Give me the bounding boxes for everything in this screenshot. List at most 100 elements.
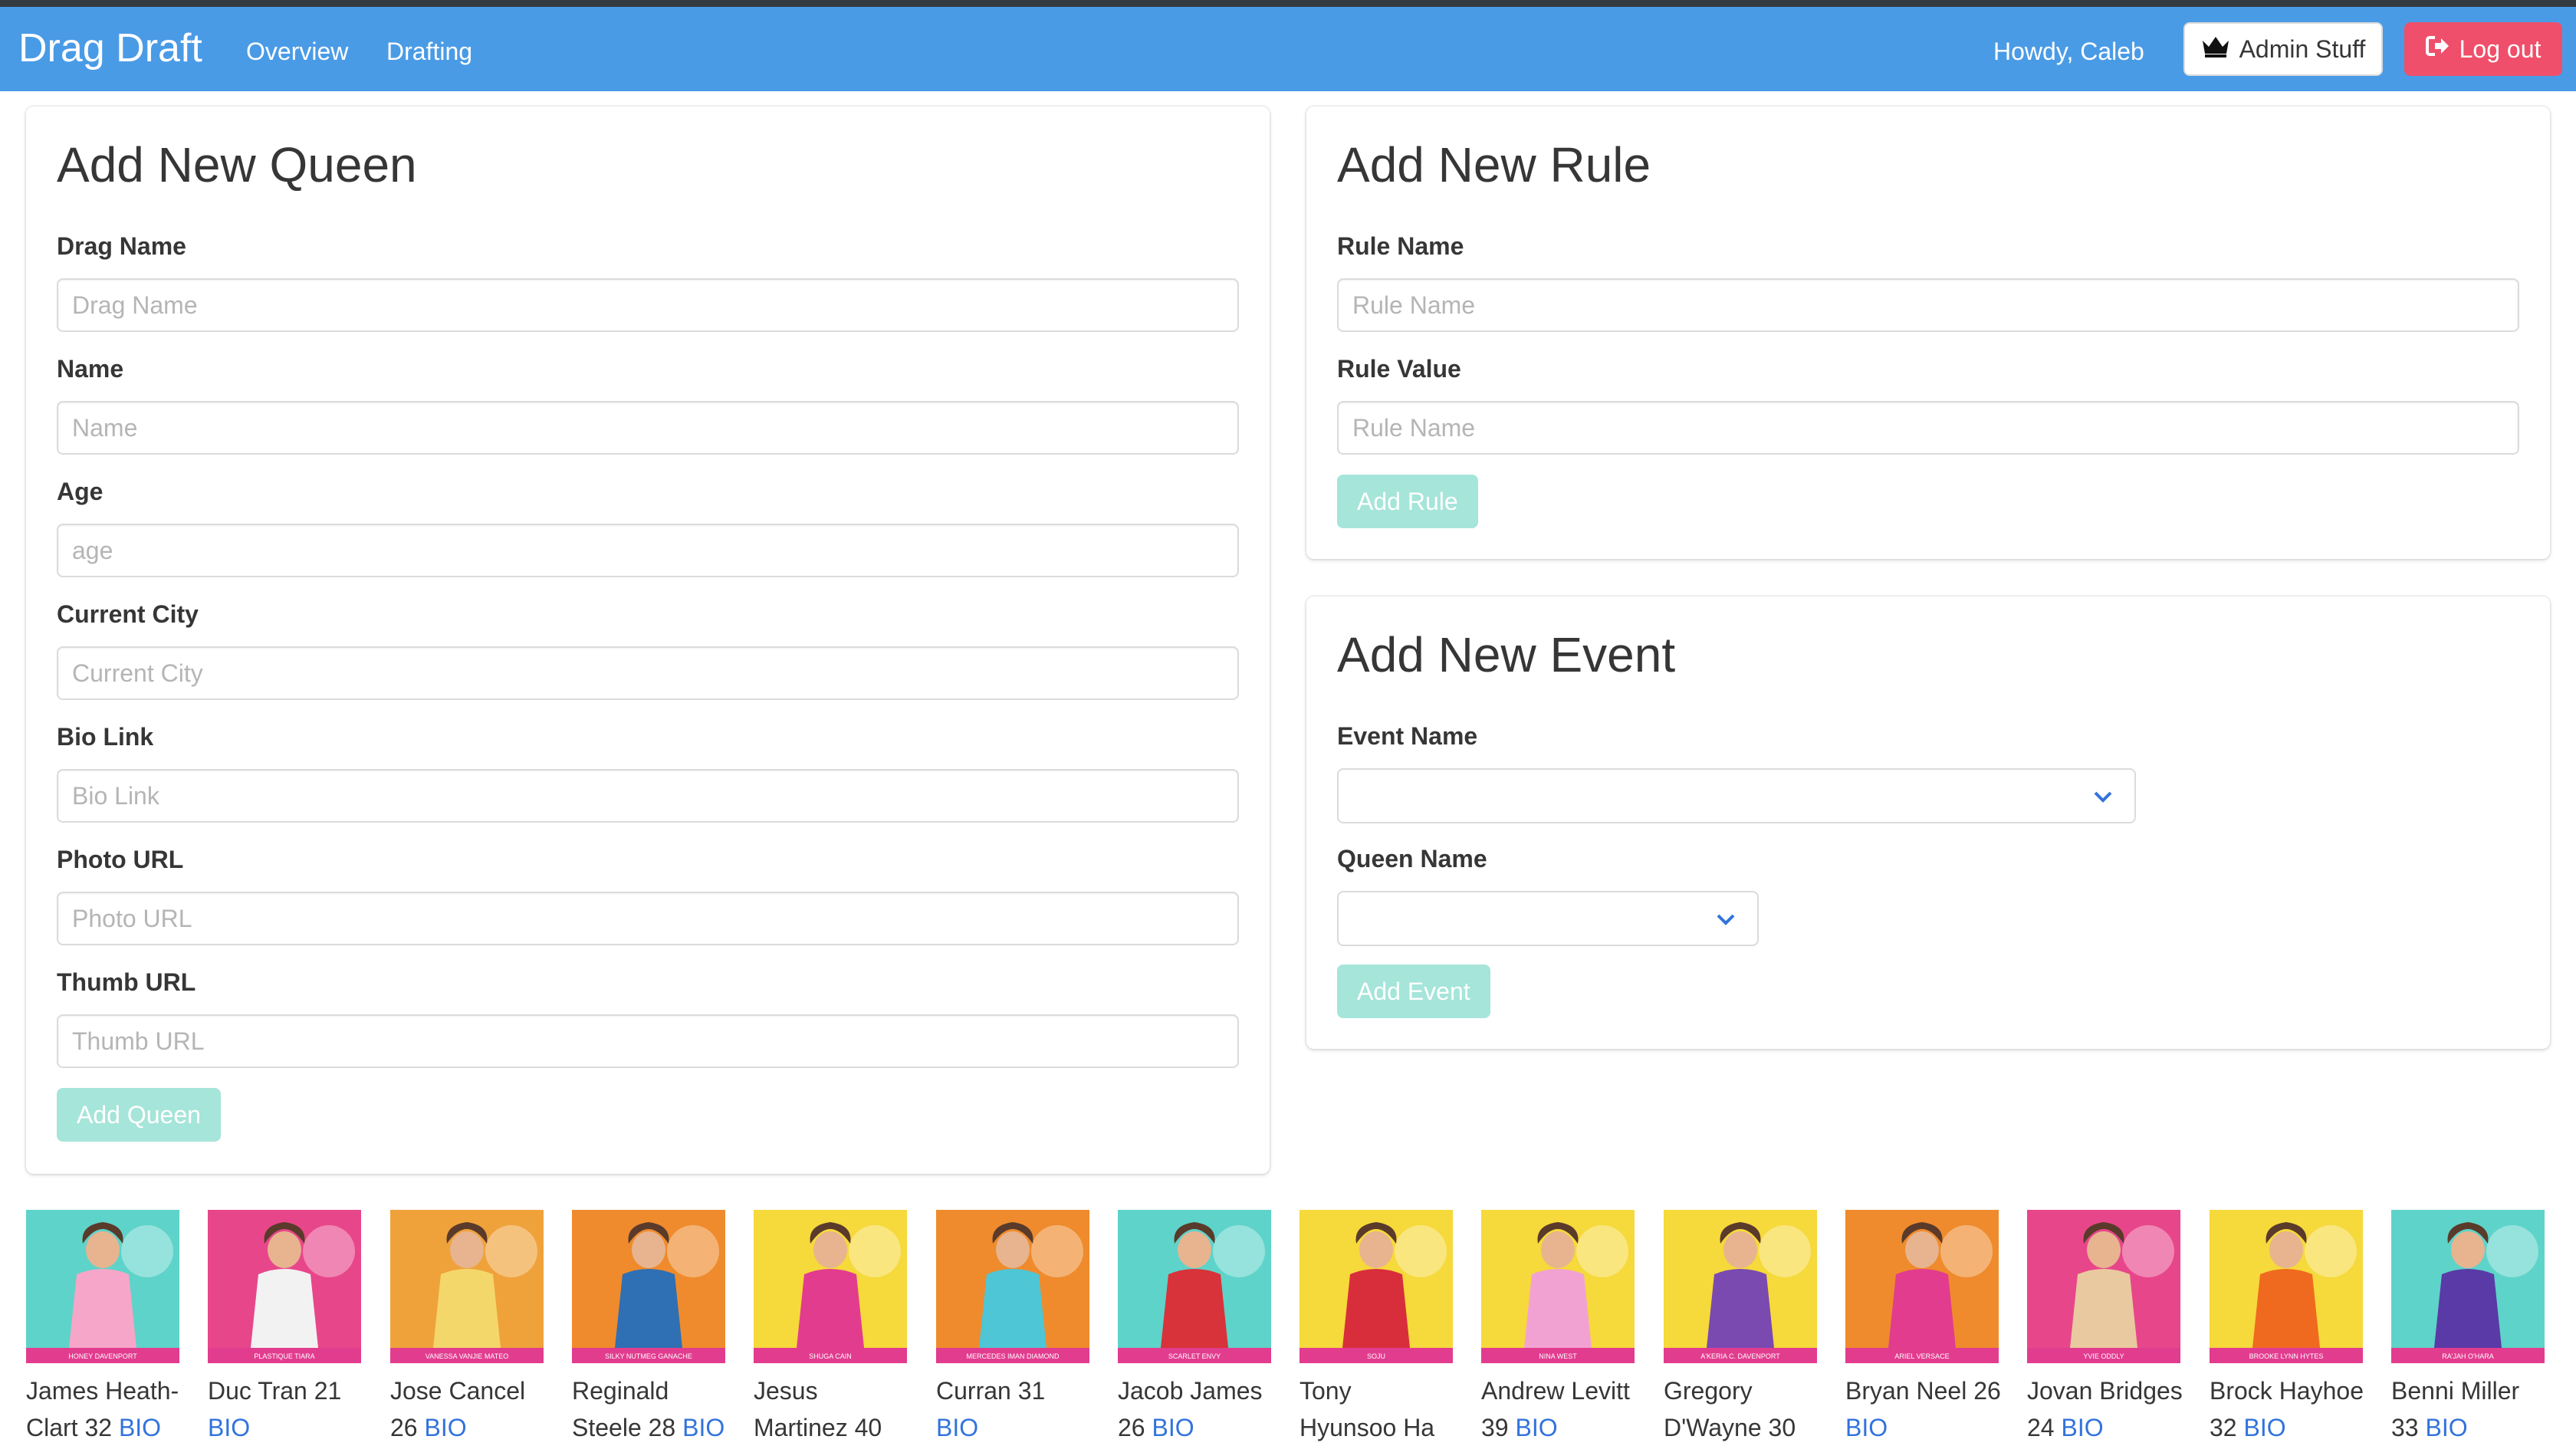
- current-city-label: Current City: [57, 600, 199, 628]
- name-input[interactable]: [57, 401, 1239, 455]
- bio-link[interactable]: BIO: [2425, 1414, 2467, 1441]
- queen-banner-text: VANESSA VANJIE MATEO: [426, 1352, 509, 1360]
- queen-name-line1: Curran 31: [936, 1377, 1046, 1405]
- rule-value-label: Rule Value: [1337, 355, 1461, 383]
- add-event-card: Add New Event Event Name Queen Name Add …: [1306, 596, 2550, 1049]
- drag-name-label: Drag Name: [57, 232, 186, 260]
- rule-value-input[interactable]: [1337, 401, 2519, 455]
- queen-caption: Duc Tran 21 BIO: [208, 1372, 383, 1446]
- bio-link[interactable]: BIO: [1152, 1414, 1194, 1441]
- queen-thumbnail[interactable]: SCARLET ENVY: [1118, 1210, 1271, 1363]
- queen-name-line1: Tony: [1300, 1377, 1352, 1405]
- bio-link[interactable]: BIO: [1515, 1414, 1557, 1441]
- age-label: Age: [57, 478, 104, 505]
- bio-link[interactable]: BIO: [119, 1414, 161, 1441]
- queen-caption: Brock Hayhoe 32 BIO: [2210, 1372, 2384, 1446]
- queen-caption: Gregory D'Wayne 30: [1664, 1372, 1838, 1446]
- queen-name-line1: Andrew Levitt: [1481, 1377, 1630, 1405]
- queen-caption: Jose Cancel 26 BIO: [390, 1372, 565, 1446]
- queen-gallery: HONEY DAVENPORT James Heath- Clart 32 BIO P…: [26, 1210, 2556, 1446]
- navbar: Drag Draft Overview Drafting Howdy, Cale…: [0, 7, 2576, 91]
- add-queen-card: Add New Queen Drag Name Name Age Current…: [26, 107, 1270, 1174]
- bio-link[interactable]: BIO: [208, 1414, 250, 1441]
- queen-name-line2: 33: [2391, 1414, 2419, 1441]
- photo-url-input[interactable]: [57, 892, 1239, 945]
- current-city-input[interactable]: [57, 646, 1239, 700]
- queen-caption: Curran 31 BIO: [936, 1372, 1111, 1446]
- logout-label: Log out: [2459, 35, 2542, 63]
- add-event-button[interactable]: Add Event: [1337, 965, 1490, 1018]
- queen-thumbnail[interactable]: SHUGA CAIN: [754, 1210, 907, 1363]
- queen-banner-text: PLASTIQUE TIARA: [254, 1352, 314, 1360]
- queen-thumbnail[interactable]: HONEY DAVENPORT: [26, 1210, 179, 1363]
- queen-banner-text: SILKY NUTMEG GANACHE: [605, 1352, 692, 1360]
- bio-link[interactable]: BIO: [936, 1414, 978, 1441]
- queen-thumbnail[interactable]: VANESSA VANJIE MATEO: [390, 1210, 544, 1363]
- queen-thumbnail[interactable]: MERCEDES IMAN DIAMOND: [936, 1210, 1089, 1363]
- drag-name-input[interactable]: [57, 278, 1239, 332]
- top-strip: [0, 0, 2576, 7]
- queen-name-line1: Jacob James: [1118, 1377, 1263, 1405]
- queen-caption: Jovan Bridges 24 BIO: [2027, 1372, 2202, 1446]
- age-input[interactable]: [57, 524, 1239, 577]
- queen-name-label: Queen Name: [1337, 845, 1487, 873]
- brand-logo[interactable]: Drag Draft: [18, 25, 202, 71]
- add-rule-card: Add New Rule Rule Name Rule Value Add Ru…: [1306, 107, 2550, 559]
- queen-banner-text: SOJU: [1367, 1352, 1385, 1360]
- queen-name-line1: Bryan Neel 26: [1845, 1377, 2001, 1405]
- add-rule-button[interactable]: Add Rule: [1337, 475, 1478, 528]
- user-greeting: Howdy, Caleb: [1993, 38, 2144, 65]
- queen-thumbnail[interactable]: BROOKE LYNN HYTES: [2210, 1210, 2363, 1363]
- thumb-url-input[interactable]: [57, 1014, 1239, 1068]
- queen-name-line2: Hyunsoo Ha: [1300, 1414, 1435, 1441]
- bio-link-input[interactable]: [57, 769, 1239, 823]
- queen-name-line2: 32: [2210, 1414, 2237, 1441]
- queen-name-line1: Duc Tran 21: [208, 1377, 342, 1405]
- queen-thumbnail[interactable]: SOJU: [1300, 1210, 1453, 1363]
- queen-thumbnail[interactable]: SILKY NUTMEG GANACHE: [572, 1210, 725, 1363]
- add-queen-button[interactable]: Add Queen: [57, 1088, 221, 1142]
- bio-link[interactable]: BIO: [2061, 1414, 2103, 1441]
- name-label: Name: [57, 355, 124, 383]
- admin-stuff-label: Admin Stuff: [2239, 35, 2366, 63]
- queen-name-line2: 39: [1481, 1414, 1509, 1441]
- add-event-title: Add New Event: [1337, 627, 1676, 682]
- queen-banner-text: SCARLET ENVY: [1168, 1352, 1221, 1360]
- queen-name-line1: Benni Miller: [2391, 1377, 2520, 1405]
- queen-name-line2: D'Wayne 30: [1664, 1414, 1796, 1441]
- queen-caption: Jesus Martinez 40: [754, 1372, 928, 1446]
- bio-link[interactable]: BIO: [1845, 1414, 1888, 1441]
- bio-link[interactable]: BIO: [424, 1414, 466, 1441]
- queen-banner-text: A'KERIA C. DAVENPORT: [1700, 1352, 1780, 1360]
- bio-link[interactable]: BIO: [2243, 1414, 2285, 1441]
- queen-name-line2: Martinez 40: [754, 1414, 882, 1441]
- queen-thumbnail[interactable]: YVIE ODDLY: [2027, 1210, 2180, 1363]
- queen-name-select[interactable]: [1337, 891, 1759, 946]
- queen-thumbnail[interactable]: RA'JAH O'HARA: [2391, 1210, 2545, 1363]
- nav-link-overview[interactable]: Overview: [246, 36, 348, 67]
- queen-thumbnail[interactable]: NINA WEST: [1481, 1210, 1635, 1363]
- queen-banner-text: RA'JAH O'HARA: [2442, 1352, 2493, 1360]
- queen-thumbnail[interactable]: PLASTIQUE TIARA: [208, 1210, 361, 1363]
- logout-button[interactable]: Log out: [2404, 22, 2562, 76]
- bio-link[interactable]: BIO: [682, 1414, 724, 1441]
- queen-name-line1: Brock Hayhoe: [2210, 1377, 2364, 1405]
- queen-banner-text: ARIEL VERSACE: [1894, 1352, 1949, 1360]
- queen-name-line1: Jesus: [754, 1377, 818, 1405]
- admin-stuff-button[interactable]: Admin Stuff: [2183, 22, 2383, 76]
- queen-name-line1: Jovan Bridges: [2027, 1377, 2183, 1405]
- event-name-select[interactable]: [1337, 768, 2136, 823]
- queen-thumbnail[interactable]: ARIEL VERSACE: [1845, 1210, 1999, 1363]
- queen-caption: Jacob James 26 BIO: [1118, 1372, 1293, 1446]
- queen-thumbnail[interactable]: A'KERIA C. DAVENPORT: [1664, 1210, 1817, 1363]
- queen-banner-text: BROOKE LYNN HYTES: [2249, 1352, 2324, 1360]
- add-rule-title: Add New Rule: [1337, 137, 1651, 192]
- chevron-down-icon: [2093, 788, 2113, 809]
- nav-link-drafting[interactable]: Drafting: [386, 36, 472, 67]
- add-queen-title: Add New Queen: [57, 137, 417, 192]
- queen-caption: Andrew Levitt 39 BIO: [1481, 1372, 1656, 1446]
- rule-name-input[interactable]: [1337, 278, 2519, 332]
- queen-name-line1: Jose Cancel: [390, 1377, 526, 1405]
- thumb-url-label: Thumb URL: [57, 968, 196, 996]
- queen-caption: Reginald Steele 28 BIO: [572, 1372, 747, 1446]
